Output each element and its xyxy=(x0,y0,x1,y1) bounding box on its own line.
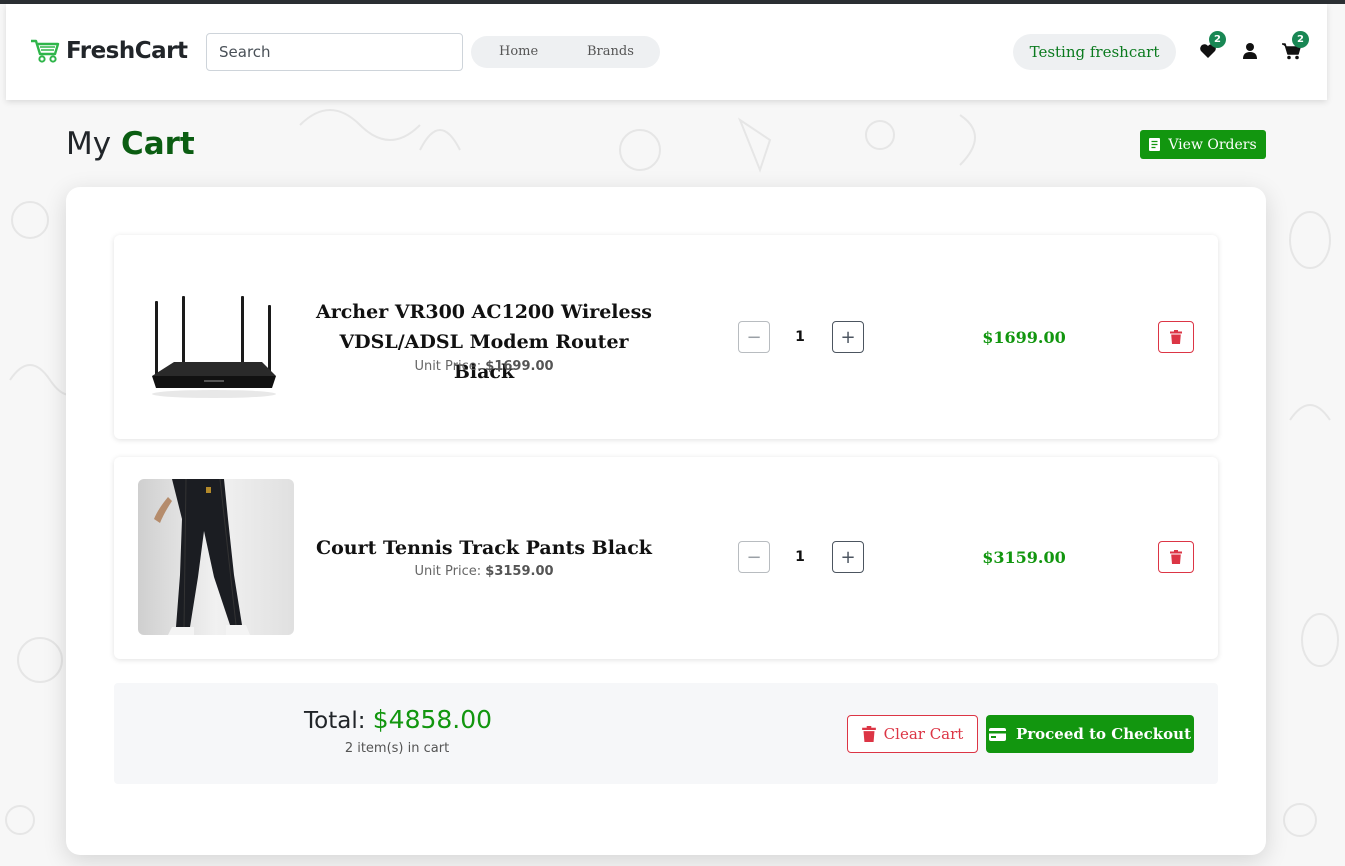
credit-card-icon xyxy=(988,727,1006,741)
unit-price-value: $3159.00 xyxy=(485,564,554,579)
page-title-prefix: My xyxy=(66,126,112,162)
account-button[interactable] xyxy=(1239,40,1261,62)
cart-count-badge: 2 xyxy=(1292,31,1309,48)
trash-icon xyxy=(1170,330,1182,344)
line-total: $1699.00 xyxy=(982,328,1066,347)
view-orders-label: View Orders xyxy=(1168,136,1257,153)
unit-price: Unit Price: $1699.00 xyxy=(312,359,656,374)
plus-icon: + xyxy=(840,326,856,348)
checkout-label: Proceed to Checkout xyxy=(1015,725,1192,743)
brand-logo[interactable]: FreshCart xyxy=(30,38,188,64)
remove-item-button[interactable] xyxy=(1158,541,1194,573)
unit-price: Unit Price: $3159.00 xyxy=(312,564,656,579)
quantity-value: 1 xyxy=(795,329,805,345)
unit-price-value: $1699.00 xyxy=(485,359,554,374)
nav-home-link[interactable]: Home xyxy=(499,44,538,59)
wishlist-count-badge: 2 xyxy=(1209,31,1226,48)
cart-item: Archer VR300 AC1200 Wireless VDSL/ADSL M… xyxy=(114,235,1218,439)
nav-brands-link[interactable]: Brands xyxy=(587,44,634,59)
proceed-to-checkout-button[interactable]: Proceed to Checkout xyxy=(986,715,1194,753)
brand-name: FreshCart xyxy=(66,38,188,64)
view-orders-button[interactable]: View Orders xyxy=(1140,130,1266,159)
item-count: 2 item(s) in cart xyxy=(344,741,450,756)
cart-summary: Total: $4858.00 2 item(s) in cart Clear … xyxy=(114,683,1218,784)
receipt-icon xyxy=(1149,138,1161,151)
quantity-value: 1 xyxy=(795,549,805,565)
total-label: Total: xyxy=(304,708,366,734)
increase-quantity-button[interactable]: + xyxy=(832,321,864,353)
decrease-quantity-button[interactable]: − xyxy=(738,321,770,353)
minus-icon: − xyxy=(746,326,762,348)
clear-cart-label: Clear Cart xyxy=(883,725,964,743)
plus-icon: + xyxy=(840,546,856,568)
cart-item: Court Tennis Track Pants Black Unit Pric… xyxy=(114,457,1218,659)
line-total: $3159.00 xyxy=(982,548,1066,567)
trash-icon xyxy=(1170,550,1182,564)
product-image[interactable] xyxy=(138,479,294,635)
track-pants-image xyxy=(138,479,294,635)
page-title-accent: Cart xyxy=(120,126,195,162)
increase-quantity-button[interactable]: + xyxy=(832,541,864,573)
total-value: $4858.00 xyxy=(372,705,493,734)
remove-item-button[interactable] xyxy=(1158,321,1194,353)
clear-cart-button[interactable]: Clear Cart xyxy=(847,715,978,753)
cart-icon xyxy=(31,39,60,63)
user-icon xyxy=(1243,43,1257,59)
user-name-pill[interactable]: Testing freshcart xyxy=(1013,34,1176,70)
unit-price-label: Unit Price: xyxy=(414,564,482,579)
nav-links: Home Brands xyxy=(471,36,660,68)
navbar: FreshCart Home Brands Testing freshcart … xyxy=(6,4,1327,100)
cart-total: Total: $4858.00 xyxy=(304,705,492,734)
minus-icon: − xyxy=(746,546,762,568)
router-image xyxy=(138,258,294,414)
unit-price-label: Unit Price: xyxy=(414,359,482,374)
decrease-quantity-button[interactable]: − xyxy=(738,541,770,573)
product-name[interactable]: Court Tennis Track Pants Black xyxy=(312,533,656,563)
search-input[interactable] xyxy=(206,33,463,71)
cart-card: Archer VR300 AC1200 Wireless VDSL/ADSL M… xyxy=(66,187,1266,855)
product-image[interactable] xyxy=(138,258,294,414)
trash-icon xyxy=(861,726,876,742)
page-title: My Cart xyxy=(66,126,195,162)
